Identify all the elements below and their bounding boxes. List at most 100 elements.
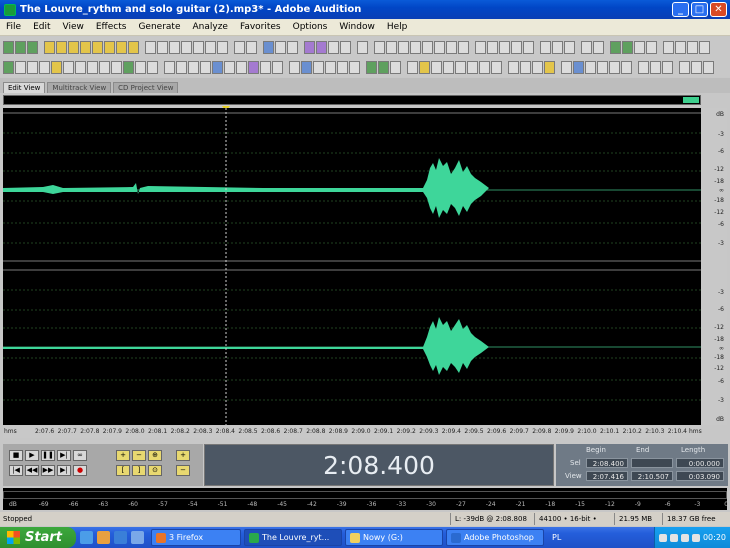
overview-visible-range[interactable] bbox=[683, 97, 699, 103]
firefox-quicklaunch-icon[interactable] bbox=[97, 531, 110, 544]
menu-options[interactable]: Options bbox=[287, 22, 334, 32]
toolbar-tool-icon[interactable] bbox=[39, 60, 50, 74]
go-to-beginning-button[interactable]: |◀ bbox=[9, 465, 23, 476]
toolbar-tool-icon[interactable] bbox=[111, 60, 122, 74]
toolbar-tool-icon[interactable] bbox=[431, 60, 442, 74]
toolbar-tool-icon[interactable] bbox=[287, 40, 298, 54]
toolbar-tool-icon[interactable] bbox=[212, 60, 223, 74]
pause-button[interactable]: ❚❚ bbox=[41, 450, 55, 461]
sel-length-field[interactable]: 0:00.000 bbox=[676, 458, 724, 468]
zoom-out-icon[interactable]: − bbox=[132, 450, 146, 461]
sel-end-field[interactable] bbox=[631, 458, 673, 468]
task-photoshop[interactable]: Adobe Photoshop bbox=[446, 529, 544, 546]
toolbar-tool-icon[interactable] bbox=[75, 60, 86, 74]
toolbar-tool-icon[interactable] bbox=[3, 40, 14, 54]
toolbar-tool-icon[interactable] bbox=[63, 60, 74, 74]
fast-forward-button[interactable]: ▶▶ bbox=[41, 465, 55, 476]
toolbar-tool-icon[interactable] bbox=[511, 40, 522, 54]
ie-quicklaunch-icon[interactable] bbox=[114, 531, 127, 544]
toolbar-tool-icon[interactable] bbox=[467, 60, 478, 74]
toolbar-tool-icon[interactable] bbox=[679, 60, 690, 74]
view-end-field[interactable]: 2:10.507 bbox=[631, 471, 673, 481]
tray-icon[interactable] bbox=[669, 533, 678, 542]
toolbar-tool-icon[interactable] bbox=[272, 60, 283, 74]
menu-help[interactable]: Help bbox=[381, 22, 414, 32]
toolbar-tool-icon[interactable] bbox=[205, 40, 216, 54]
toolbar-tool-icon[interactable] bbox=[289, 60, 300, 74]
toolbar-tool-icon[interactable] bbox=[128, 40, 139, 54]
toolbar-tool-icon[interactable] bbox=[337, 60, 348, 74]
toolbar-tool-icon[interactable] bbox=[68, 40, 79, 54]
toolbar-tool-icon[interactable] bbox=[80, 40, 91, 54]
menu-effects[interactable]: Effects bbox=[90, 22, 133, 32]
close-button[interactable]: ✕ bbox=[710, 2, 727, 17]
language-indicator[interactable]: PL bbox=[552, 533, 561, 542]
view-length-field[interactable]: 0:03.090 bbox=[676, 471, 724, 481]
toolbar-tool-icon[interactable] bbox=[634, 40, 645, 54]
toolbar-tool-icon[interactable] bbox=[316, 40, 327, 54]
toolbar-tool-icon[interactable] bbox=[301, 60, 312, 74]
maximize-button[interactable]: □ bbox=[691, 2, 708, 17]
toolbar-tool-icon[interactable] bbox=[458, 40, 469, 54]
toolbar-tool-icon[interactable] bbox=[540, 40, 551, 54]
toolbar-tool-icon[interactable] bbox=[87, 60, 98, 74]
start-button[interactable]: Start bbox=[0, 527, 76, 548]
go-to-end-button[interactable]: ▶| bbox=[57, 465, 71, 476]
toolbar-tool-icon[interactable] bbox=[200, 60, 211, 74]
toolbar-tool-icon[interactable] bbox=[552, 40, 563, 54]
toolbar-tool-icon[interactable] bbox=[499, 40, 510, 54]
toolbar-tool-icon[interactable] bbox=[561, 60, 572, 74]
toolbar-tool-icon[interactable] bbox=[104, 40, 115, 54]
toolbar-tool-icon[interactable] bbox=[366, 60, 377, 74]
toolbar-tool-icon[interactable] bbox=[422, 40, 433, 54]
toolbar-tool-icon[interactable] bbox=[325, 60, 336, 74]
menu-view[interactable]: View bbox=[57, 22, 90, 32]
toolbar-tool-icon[interactable] bbox=[135, 60, 146, 74]
toolbar-tool-icon[interactable] bbox=[236, 60, 247, 74]
toolbar-tool-icon[interactable] bbox=[491, 60, 502, 74]
toolbar-tool-icon[interactable] bbox=[51, 60, 62, 74]
toolbar-tool-icon[interactable] bbox=[687, 40, 698, 54]
media-quicklaunch-icon[interactable] bbox=[131, 531, 144, 544]
view-begin-field[interactable]: 2:07.416 bbox=[586, 471, 628, 481]
toolbar-tool-icon[interactable] bbox=[638, 60, 649, 74]
zoom-vertical-out-icon[interactable]: − bbox=[176, 465, 190, 476]
zoom-selection-icon[interactable]: ⊙ bbox=[148, 465, 162, 476]
toolbar-tool-icon[interactable] bbox=[147, 60, 158, 74]
toolbar-tool-icon[interactable] bbox=[123, 60, 134, 74]
play-button[interactable]: ▶ bbox=[25, 450, 39, 461]
toolbar-tool-icon[interactable] bbox=[27, 40, 38, 54]
toolbar-tool-icon[interactable] bbox=[157, 40, 168, 54]
record-button[interactable]: ● bbox=[73, 465, 87, 476]
toolbar-tool-icon[interactable] bbox=[246, 40, 257, 54]
toolbar-tool-icon[interactable] bbox=[508, 60, 519, 74]
toolbar-tool-icon[interactable] bbox=[443, 60, 454, 74]
zoom-left-icon[interactable]: [ bbox=[116, 465, 130, 476]
waveform-overview-bar[interactable] bbox=[3, 95, 701, 105]
toolbar-tool-icon[interactable] bbox=[585, 60, 596, 74]
time-ruler[interactable]: hms 2:07.6 2:07.7 2:07.8 2:07.9 2:08.0 2:08.1 2… bbox=[3, 426, 702, 438]
toolbar-tool-icon[interactable] bbox=[434, 40, 445, 54]
tab-cd-project-view[interactable]: CD Project View bbox=[113, 82, 179, 93]
toolbar-tool-icon[interactable] bbox=[407, 60, 418, 74]
toolbar-tool-icon[interactable] bbox=[275, 40, 286, 54]
toolbar-tool-icon[interactable] bbox=[523, 40, 534, 54]
toolbar-tool-icon[interactable] bbox=[99, 60, 110, 74]
tab-edit-view[interactable]: Edit View bbox=[3, 82, 46, 93]
toolbar-tool-icon[interactable] bbox=[487, 40, 498, 54]
toolbar-tool-icon[interactable] bbox=[27, 60, 38, 74]
menu-window[interactable]: Window bbox=[333, 22, 381, 32]
toolbar-tool-icon[interactable] bbox=[193, 40, 204, 54]
toolbar-tool-icon[interactable] bbox=[663, 40, 674, 54]
toolbar-tool-icon[interactable] bbox=[610, 40, 621, 54]
tray-icon[interactable] bbox=[658, 533, 667, 542]
toolbar-tool-icon[interactable] bbox=[564, 40, 575, 54]
toolbar-tool-icon[interactable] bbox=[455, 60, 466, 74]
toolbar-tool-icon[interactable] bbox=[169, 40, 180, 54]
zoom-in-icon[interactable]: + bbox=[116, 450, 130, 461]
menu-analyze[interactable]: Analyze bbox=[187, 22, 234, 32]
toolbar-tool-icon[interactable] bbox=[116, 40, 127, 54]
toolbar-tool-icon[interactable] bbox=[248, 60, 259, 74]
toolbar-tool-icon[interactable] bbox=[622, 40, 633, 54]
toolbar-tool-icon[interactable] bbox=[419, 60, 430, 74]
